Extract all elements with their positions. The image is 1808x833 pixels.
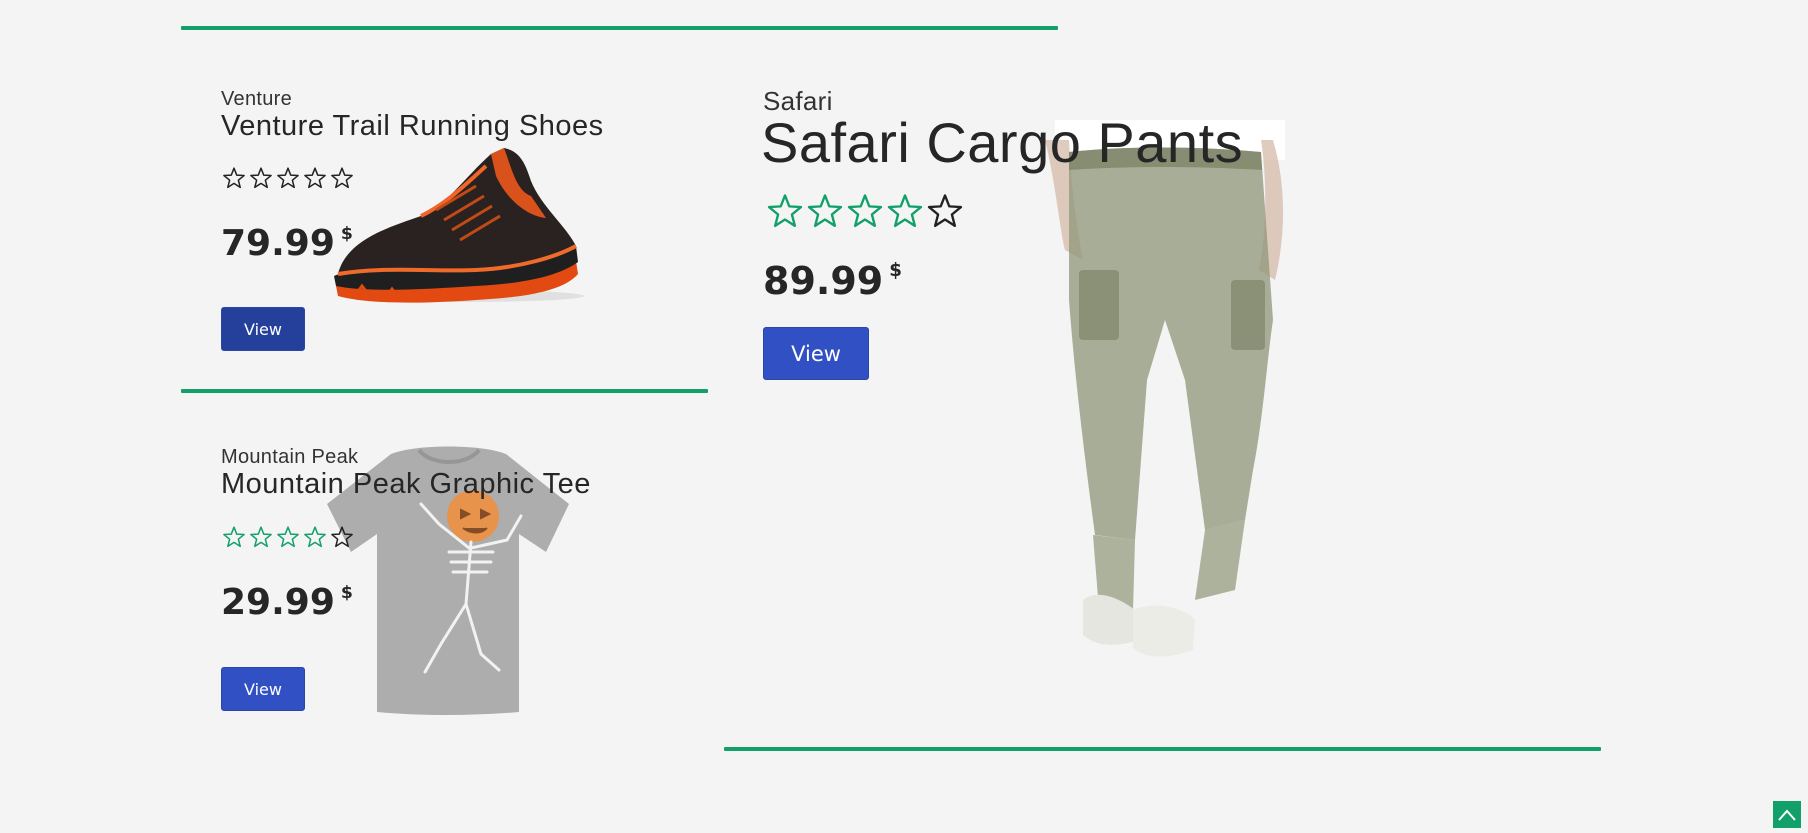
product-title[interactable]: Venture Trail Running Shoes xyxy=(221,110,604,143)
star-filled-icon xyxy=(847,194,883,228)
product-title[interactable]: Mountain Peak Graphic Tee xyxy=(221,468,591,501)
chevron-up-icon xyxy=(1778,808,1796,821)
star-filled-icon xyxy=(277,526,299,548)
product-card-pants: Safari Safari Cargo Pants 89.99 $ View xyxy=(761,86,1663,686)
star-empty-icon xyxy=(331,526,353,548)
star-empty-icon xyxy=(304,167,326,189)
divider-middle xyxy=(181,389,708,393)
product-image-pants[interactable] xyxy=(1035,120,1295,680)
currency-symbol: $ xyxy=(340,223,353,244)
price-value: 79.99 xyxy=(221,223,335,264)
product-card-shoes: Venture Venture Trail Running Shoes 79.9… xyxy=(221,86,701,356)
divider-bottom xyxy=(724,747,1601,751)
product-image-shoe[interactable] xyxy=(326,136,588,306)
product-price: 79.99 $ xyxy=(221,223,353,264)
star-empty-icon xyxy=(331,167,353,189)
view-button[interactable]: View xyxy=(221,667,305,711)
star-filled-icon xyxy=(887,194,923,228)
view-button[interactable]: View xyxy=(221,307,305,351)
star-empty-icon xyxy=(927,194,963,228)
view-button[interactable]: View xyxy=(763,327,869,380)
star-filled-icon xyxy=(767,194,803,228)
product-card-tee: Mountain Peak Mountain Peak Graphic Tee … xyxy=(221,444,701,724)
star-empty-icon xyxy=(277,167,299,189)
price-value: 29.99 xyxy=(221,582,335,623)
rating-stars xyxy=(222,525,354,549)
product-brand: Mountain Peak xyxy=(221,446,359,468)
product-price: 29.99 $ xyxy=(221,582,353,623)
star-filled-icon xyxy=(223,526,245,548)
price-value: 89.99 xyxy=(763,259,884,303)
currency-symbol: $ xyxy=(340,582,353,603)
scroll-to-top-button[interactable] xyxy=(1773,801,1801,828)
product-price: 89.99 $ xyxy=(763,259,902,303)
star-filled-icon xyxy=(250,526,272,548)
currency-symbol: $ xyxy=(889,259,902,281)
rating-stars xyxy=(222,166,354,190)
star-filled-icon xyxy=(807,194,843,228)
star-filled-icon xyxy=(304,526,326,548)
divider-top xyxy=(181,26,1058,30)
star-empty-icon xyxy=(223,167,245,189)
star-empty-icon xyxy=(250,167,272,189)
rating-stars xyxy=(766,192,964,230)
product-title[interactable]: Safari Cargo Pants xyxy=(761,110,1243,175)
product-brand: Venture xyxy=(221,88,293,110)
